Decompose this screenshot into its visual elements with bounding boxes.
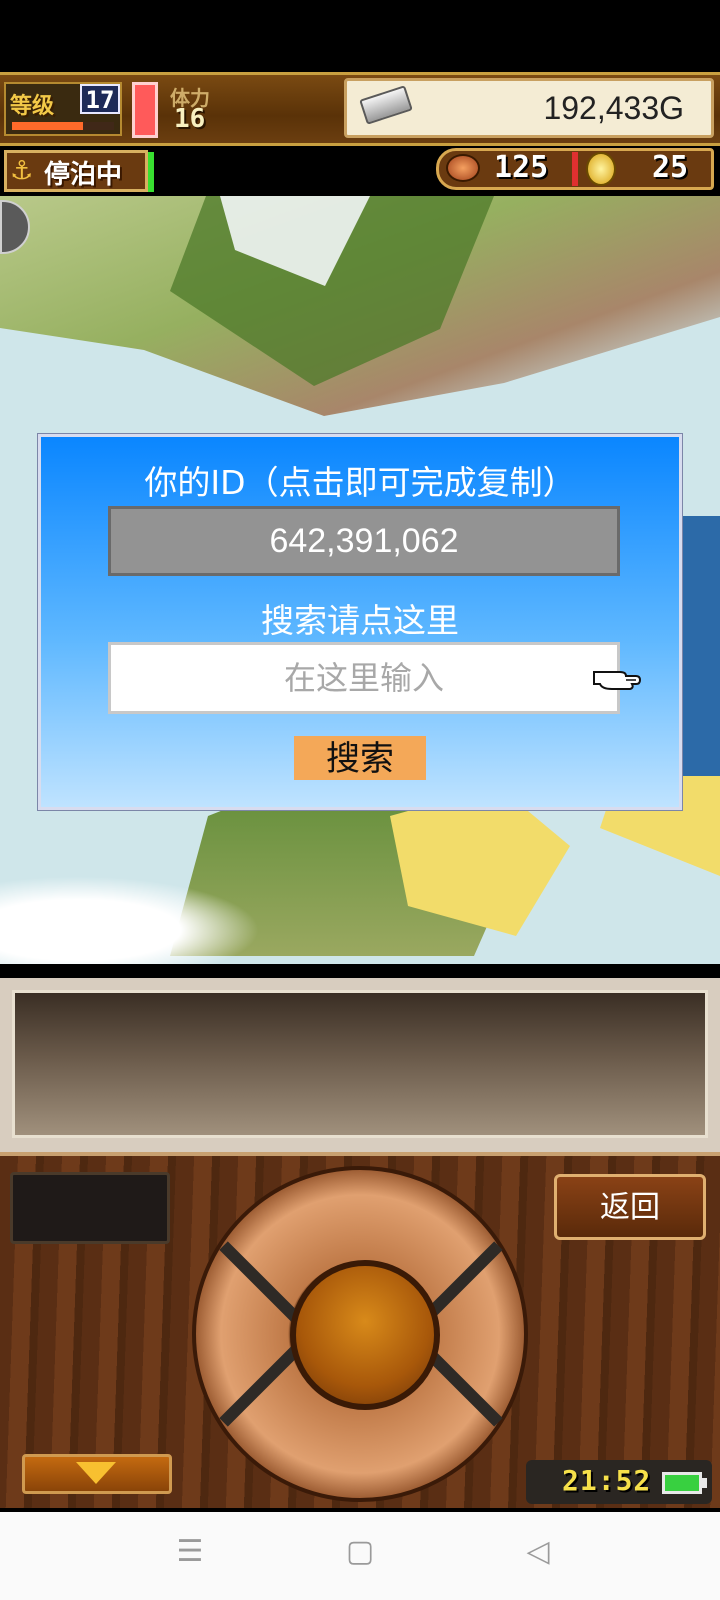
level-progress-fill [12, 122, 84, 130]
dock-status-indicator [148, 152, 154, 192]
level-label: 等级 [10, 94, 55, 119]
clock-value: 21:52 [562, 1464, 652, 1497]
menu-icon[interactable]: ☰ [160, 1534, 220, 1569]
map-cloud [0, 876, 260, 964]
search-button[interactable]: 搜索 [294, 736, 426, 780]
home-icon[interactable]: ▢ [330, 1534, 390, 1569]
back-nav-icon[interactable]: ◁ [508, 1534, 568, 1569]
stamina-gauge [132, 82, 158, 138]
search-input[interactable] [108, 642, 620, 714]
dialog-title: 你的ID（点击即可完成复制） [144, 463, 576, 502]
meat-icon [446, 154, 480, 182]
resource-divider [572, 152, 578, 186]
search-hint: 搜索请点这里 [261, 601, 459, 640]
pointing-hand-icon [593, 671, 642, 690]
coin-value: 25 [652, 150, 689, 185]
dpad-center-button[interactable] [290, 1260, 440, 1410]
back-button[interactable]: 返回 [554, 1174, 706, 1240]
battery-tip [702, 1478, 707, 1488]
stamina-value: 16 [174, 104, 206, 134]
copy-id-button[interactable]: 642,391,062 [108, 506, 620, 576]
map-deep-sea [680, 516, 720, 776]
dock-status-label: 停泊中 [44, 160, 123, 190]
empty-slot [10, 1172, 170, 1244]
anchor-icon: ⚓ [10, 156, 34, 186]
level-value: 17 [80, 84, 120, 114]
battery-icon [662, 1472, 702, 1494]
message-panel [12, 990, 708, 1138]
food-value: 125 [494, 150, 549, 185]
coin-icon [586, 152, 616, 186]
gold-value: 192,433G [543, 90, 684, 126]
chevron-down-icon [76, 1462, 116, 1484]
system-nav-bar: ☰ ▢ ◁ [0, 1512, 720, 1600]
